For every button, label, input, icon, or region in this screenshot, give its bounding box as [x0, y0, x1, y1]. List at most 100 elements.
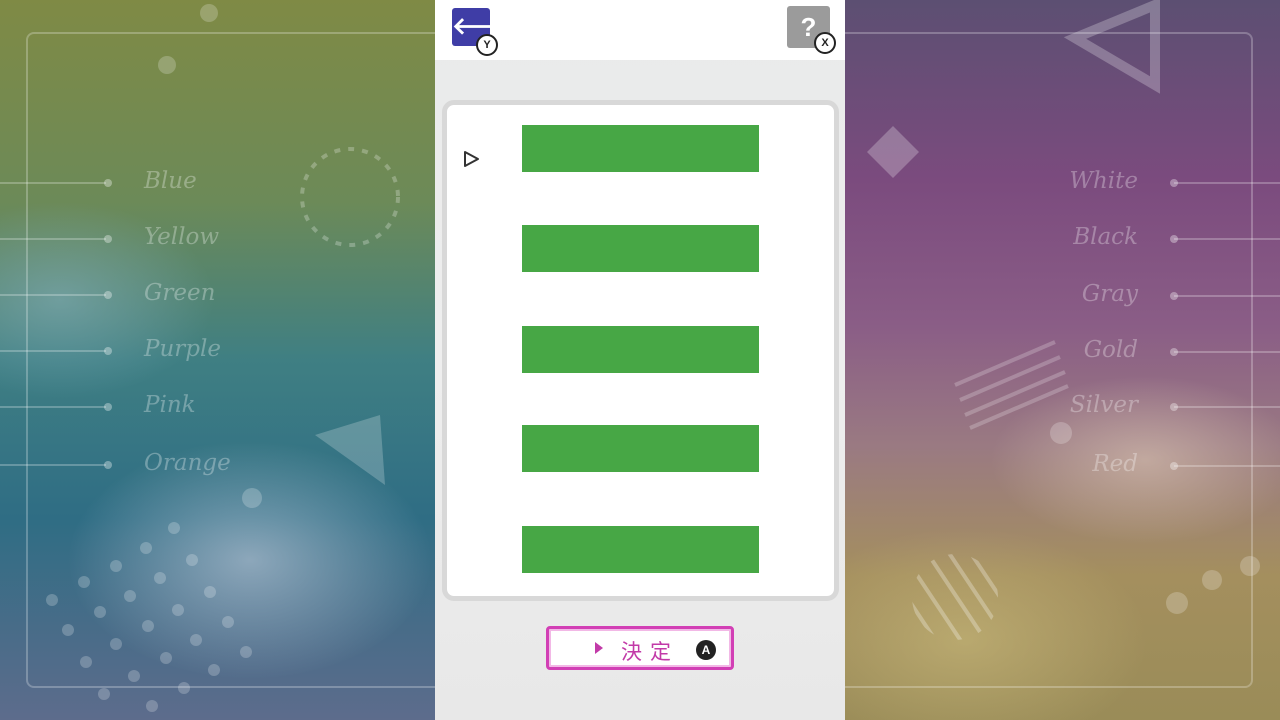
back-button[interactable]: 🡐 Y [452, 8, 516, 56]
connector-line [1174, 295, 1280, 297]
connector-dot [104, 403, 112, 411]
decorative-dot [1166, 592, 1188, 614]
connector-line [0, 350, 106, 352]
connector-line [1174, 406, 1280, 408]
y-key-badge: Y [476, 34, 498, 56]
list-item[interactable] [522, 526, 759, 573]
play-arrow-icon [595, 642, 603, 654]
color-label: Gold [1083, 337, 1138, 363]
connector-line [1174, 351, 1280, 353]
confirm-label: 決定 [621, 640, 679, 664]
color-label: Silver [1069, 392, 1138, 418]
connector-dot [1170, 348, 1178, 356]
decorative-dot [46, 594, 58, 606]
connector-dot [1170, 235, 1178, 243]
decorative-dot [160, 652, 172, 664]
connector-dot [1170, 292, 1178, 300]
decorative-dot [178, 682, 190, 694]
decorative-dot [154, 572, 166, 584]
connector-dot [1170, 462, 1178, 470]
decorative-dot [62, 624, 74, 636]
cursor-triangle-icon [464, 151, 479, 167]
color-label: Purple [144, 336, 221, 362]
decorative-dot [1240, 556, 1260, 576]
decorative-dot [208, 664, 220, 676]
decorative-dot [140, 542, 152, 554]
decorative-dot [240, 646, 252, 658]
confirm-button[interactable]: 決定 A [546, 626, 734, 670]
connector-line [0, 406, 106, 408]
decorative-dot [158, 56, 176, 74]
selection-list [442, 100, 839, 601]
connector-line [1174, 465, 1280, 467]
decorative-dot [200, 4, 218, 22]
connector-line [1174, 182, 1280, 184]
connector-dot [1170, 403, 1178, 411]
color-label: Pink [144, 392, 196, 418]
decorative-dot [168, 522, 180, 534]
main-panel: 🡐 Y ? X 決定 A [435, 0, 845, 720]
decorative-dot [94, 606, 106, 618]
x-key-badge: X [814, 32, 836, 54]
color-label: Orange [144, 450, 231, 476]
color-label: Green [144, 280, 216, 306]
color-label: White [1069, 168, 1138, 194]
color-item-right: Red [1020, 451, 1280, 481]
decorative-dot [110, 560, 122, 572]
color-label: Blue [144, 168, 197, 194]
decorative-dot [222, 616, 234, 628]
list-item[interactable] [522, 225, 759, 272]
help-button[interactable]: ? X [787, 6, 836, 54]
decorative-dot [146, 700, 158, 712]
color-item-left: Blue [0, 168, 260, 198]
color-item-left: Yellow [0, 224, 260, 254]
color-item-right: Gold [1020, 337, 1280, 367]
decorative-dot [172, 604, 184, 616]
connector-dot [1170, 179, 1178, 187]
decorative-dot [124, 590, 136, 602]
connector-dot [104, 235, 112, 243]
connector-line [0, 294, 106, 296]
decorative-dot [110, 638, 122, 650]
triangle-decoration [315, 415, 385, 485]
color-label: Black [1073, 224, 1138, 250]
decorative-dot [1202, 570, 1222, 590]
triangle-outline-decoration [1063, 0, 1160, 94]
decorative-dot [204, 586, 216, 598]
connector-line [0, 182, 106, 184]
list-item[interactable] [522, 326, 759, 373]
connector-line [1174, 238, 1280, 240]
color-item-left: Purple [0, 336, 260, 366]
striped-circle-decoration [912, 554, 998, 640]
list-item[interactable] [522, 125, 759, 172]
decorative-dot [1050, 422, 1072, 444]
color-label: Yellow [144, 224, 220, 250]
background-right: White Black Gray Gold Silver Red [845, 0, 1280, 720]
connector-dot [104, 461, 112, 469]
connector-line [0, 238, 106, 240]
decorative-dot [128, 670, 140, 682]
color-item-right: Silver [1020, 392, 1280, 422]
color-item-right: Black [1020, 224, 1280, 254]
diamond-decoration [867, 126, 919, 178]
connector-line [0, 464, 106, 466]
top-bar: 🡐 Y ? X [435, 0, 845, 60]
color-label: Gray [1081, 281, 1138, 307]
decorative-dot [186, 554, 198, 566]
color-label: Red [1092, 451, 1138, 477]
connector-dot [104, 347, 112, 355]
color-item-right: Gray [1020, 281, 1280, 311]
connector-dot [104, 179, 112, 187]
decorative-dot [98, 688, 110, 700]
decorative-dot [80, 656, 92, 668]
color-item-right: White [1020, 168, 1280, 198]
decorative-dot [190, 634, 202, 646]
color-item-left: Pink [0, 392, 260, 422]
a-key-badge: A [696, 640, 716, 660]
list-item[interactable] [522, 425, 759, 472]
color-item-left: Green [0, 280, 260, 310]
decorative-dot [142, 620, 154, 632]
connector-dot [104, 291, 112, 299]
background-left: Blue Yellow Green Purple Pink Orange [0, 0, 435, 720]
decorative-dot [78, 576, 90, 588]
